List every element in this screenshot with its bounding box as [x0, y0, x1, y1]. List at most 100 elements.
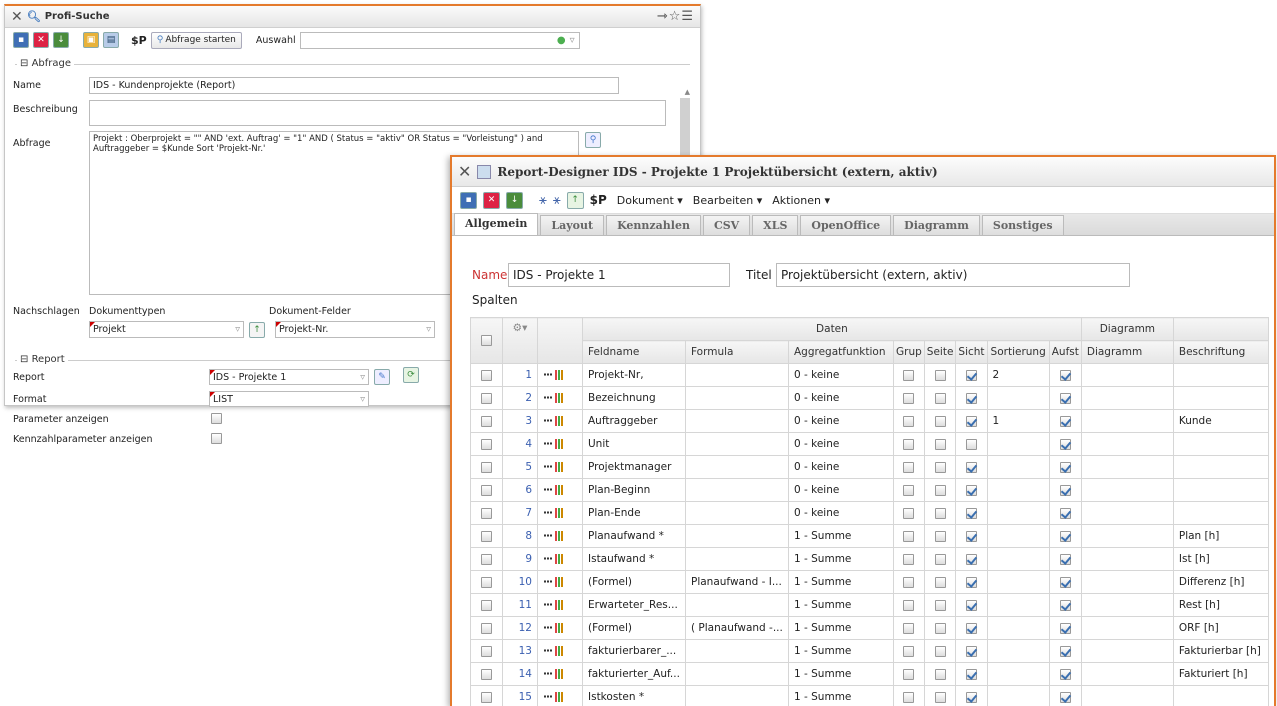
name-field[interactable]: IDS - Projekte 1	[508, 263, 730, 287]
cell-beschriftung[interactable]: Rest [h]	[1172, 593, 1269, 617]
cell-feldname[interactable]: Erwarteter_Res...	[582, 593, 686, 617]
cell-sortierung[interactable]	[986, 386, 1050, 410]
close-icon[interactable]: ✕	[11, 9, 23, 25]
table-row[interactable]: 12 ··· (Formel)( Planaufwand -... 1 - Summ…	[470, 616, 1269, 640]
row-handle[interactable]: ···	[537, 639, 583, 663]
cell-beschriftung[interactable]: Fakturierbar [h]	[1172, 639, 1269, 663]
more-icon[interactable]: ···	[543, 622, 553, 634]
cell-diagramm[interactable]	[1080, 524, 1174, 548]
edit-report-icon[interactable]: ✎	[374, 369, 390, 385]
row-handle[interactable]: ···	[537, 363, 583, 387]
seite-checkbox[interactable]	[934, 668, 946, 680]
scroll-up-icon[interactable]: ▲	[685, 88, 690, 96]
row-select-checkbox[interactable]	[481, 668, 492, 680]
col-aufst[interactable]: Aufst	[1048, 340, 1082, 364]
more-icon[interactable]: ···	[543, 553, 553, 565]
grup-checkbox[interactable]	[903, 668, 915, 680]
cell-aggregatfunktion[interactable]: 1 - Summe	[788, 593, 894, 617]
row-handle[interactable]: ···	[537, 409, 583, 433]
sicht-checkbox[interactable]	[965, 530, 977, 542]
sicht-checkbox[interactable]	[965, 507, 977, 519]
cell-formula[interactable]	[685, 478, 789, 502]
more-icon[interactable]: ···	[543, 392, 553, 404]
cell-beschriftung[interactable]: Plan [h]	[1172, 524, 1269, 548]
cell-feldname[interactable]: fakturierter_Auf...	[582, 662, 686, 686]
cell-diagramm[interactable]	[1080, 478, 1174, 502]
tab-allgemein[interactable]: Allgemein	[454, 213, 539, 235]
query-start-button[interactable]: ⚲ Abfrage starten	[150, 31, 242, 49]
gear-menu[interactable]: ⚙▾	[502, 317, 538, 364]
cell-formula[interactable]: ( Planaufwand -...	[685, 616, 789, 640]
cell-feldname[interactable]: fakturierbarer_...	[582, 639, 686, 663]
aufst-checkbox[interactable]	[1059, 438, 1071, 450]
table-row[interactable]: 3 ··· Auftraggeber 0 - keine 1 Kunde	[470, 409, 1269, 433]
cell-sortierung[interactable]	[986, 593, 1050, 617]
report-toggle[interactable]: ⊟ Report	[17, 354, 68, 365]
cell-feldname[interactable]: Auftraggeber	[582, 409, 686, 433]
cell-sortierung[interactable]	[986, 455, 1050, 479]
row-handle[interactable]: ···	[537, 570, 583, 594]
sicht-checkbox[interactable]	[965, 622, 977, 634]
cell-diagramm[interactable]	[1080, 570, 1174, 594]
grup-checkbox[interactable]	[903, 369, 915, 381]
grup-checkbox[interactable]	[903, 530, 915, 542]
cell-beschriftung[interactable]: Differenz [h]	[1172, 570, 1269, 594]
format-select[interactable]: LIST ▿	[209, 391, 369, 407]
table-row[interactable]: 15 ··· Istkosten * 1 - Summe	[470, 685, 1269, 706]
download-icon[interactable]: ↓	[506, 191, 523, 209]
more-icon[interactable]: ···	[543, 668, 553, 680]
table-row[interactable]: 9 ··· Istaufwand * 1 - Summe Ist [h]	[470, 547, 1269, 571]
cell-aggregatfunktion[interactable]: 0 - keine	[788, 432, 894, 456]
grup-checkbox[interactable]	[903, 576, 915, 588]
aufst-checkbox[interactable]	[1059, 622, 1071, 634]
cell-aggregatfunktion[interactable]: 1 - Summe	[788, 662, 894, 686]
dokumenttyp-select[interactable]: Projekt ▿	[89, 321, 244, 338]
cell-sortierung[interactable]	[986, 616, 1050, 640]
row-select-checkbox[interactable]	[481, 507, 492, 519]
aufst-checkbox[interactable]	[1059, 576, 1071, 588]
cell-formula[interactable]	[685, 547, 789, 571]
sicht-checkbox[interactable]	[965, 369, 977, 381]
lock-icon[interactable]: ▣	[83, 32, 99, 48]
cell-beschriftung[interactable]: Ist [h]	[1172, 547, 1269, 571]
grup-checkbox[interactable]	[903, 645, 915, 657]
cell-beschriftung[interactable]	[1172, 685, 1269, 706]
cell-beschriftung[interactable]	[1172, 478, 1269, 502]
parameter-button[interactable]: $P	[131, 34, 147, 47]
tab-diagramm[interactable]: Diagramm	[893, 215, 980, 235]
seite-checkbox[interactable]	[934, 622, 946, 634]
cell-aggregatfunktion[interactable]: 1 - Summe	[788, 524, 894, 548]
cell-formula[interactable]	[685, 409, 789, 433]
cell-diagramm[interactable]	[1080, 616, 1174, 640]
menu-dokument[interactable]: Dokument ▾	[617, 194, 683, 207]
tab-openoffice[interactable]: OpenOffice	[800, 215, 892, 235]
cell-beschriftung[interactable]: Fakturiert [h]	[1172, 662, 1269, 686]
cell-beschriftung[interactable]: Kunde	[1172, 409, 1269, 433]
cell-formula[interactable]	[685, 363, 789, 387]
cell-aggregatfunktion[interactable]: 1 - Summe	[788, 639, 894, 663]
abfrage-toggle[interactable]: ⊟ Abfrage	[17, 58, 75, 69]
row-handle[interactable]: ···	[537, 455, 583, 479]
cell-beschriftung[interactable]	[1172, 455, 1269, 479]
col-grup[interactable]: Grup	[893, 340, 925, 364]
aufst-checkbox[interactable]	[1059, 645, 1071, 657]
delete-icon[interactable]: ✕	[483, 191, 500, 209]
aufst-checkbox[interactable]	[1059, 691, 1071, 703]
query-lookup-icon[interactable]: ⚲	[585, 132, 601, 148]
star-icon[interactable]: ☆	[669, 9, 682, 24]
cell-diagramm[interactable]	[1080, 501, 1174, 525]
cell-formula[interactable]	[685, 501, 789, 525]
cell-feldname[interactable]: (Formel)	[582, 616, 686, 640]
cell-aggregatfunktion[interactable]: 1 - Summe	[788, 570, 894, 594]
aufst-checkbox[interactable]	[1059, 484, 1071, 496]
name-field[interactable]: IDS - Kundenprojekte (Report)	[89, 77, 619, 94]
cell-beschriftung[interactable]	[1172, 432, 1269, 456]
more-icon[interactable]: ···	[543, 461, 553, 473]
cell-formula[interactable]	[685, 524, 789, 548]
row-handle[interactable]: ···	[537, 593, 583, 617]
cell-formula[interactable]	[685, 432, 789, 456]
network-icon[interactable]: ⚹	[539, 193, 547, 208]
row-handle[interactable]: ···	[537, 547, 583, 571]
more-icon[interactable]: ···	[543, 530, 553, 542]
cell-sortierung[interactable]	[986, 432, 1050, 456]
